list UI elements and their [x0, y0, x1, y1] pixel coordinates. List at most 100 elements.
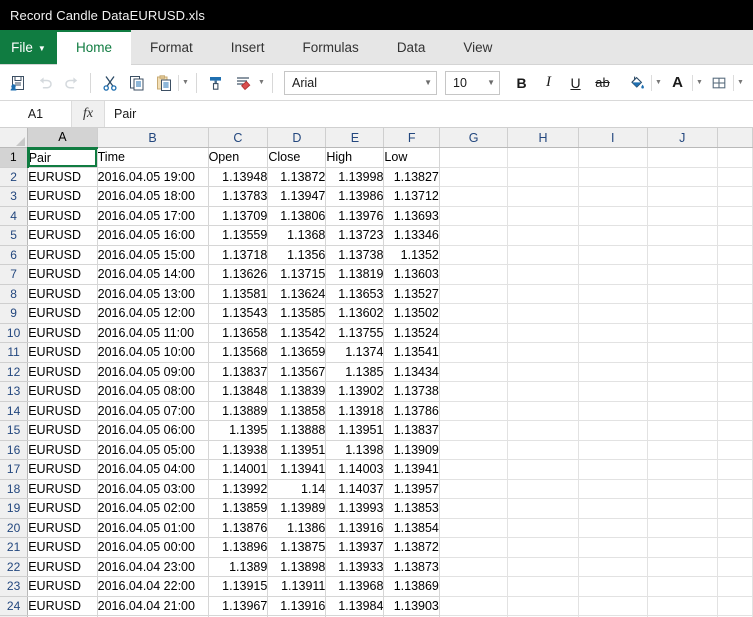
cell-H2[interactable] [508, 167, 578, 187]
cell-E21[interactable]: 1.13937 [326, 538, 384, 558]
cell-J12[interactable] [647, 362, 717, 382]
cell-D21[interactable]: 1.13875 [268, 538, 326, 558]
cell-C4[interactable]: 1.13709 [208, 206, 268, 226]
cell-I16[interactable] [578, 440, 647, 460]
cell-J4[interactable] [647, 206, 717, 226]
cell-F5[interactable]: 1.13346 [384, 226, 439, 246]
cell-F11[interactable]: 1.13541 [384, 343, 439, 363]
column-header-e[interactable]: E [326, 128, 384, 148]
cell-F10[interactable]: 1.13524 [384, 323, 439, 343]
cell-D23[interactable]: 1.13911 [268, 577, 326, 597]
cell-A17[interactable]: EURUSD [28, 460, 97, 480]
select-all-corner[interactable] [0, 128, 28, 148]
cell-G13[interactable] [439, 382, 508, 402]
cell-D16[interactable]: 1.13951 [268, 440, 326, 460]
cell-G15[interactable] [439, 421, 508, 441]
cell-G23[interactable] [439, 577, 508, 597]
cell-I12[interactable] [578, 362, 647, 382]
row-header-17[interactable]: 17 [0, 460, 28, 480]
cell-F20[interactable]: 1.13854 [384, 518, 439, 538]
cell-J16[interactable] [647, 440, 717, 460]
cell-I23[interactable] [578, 577, 647, 597]
cell-G2[interactable] [439, 167, 508, 187]
row-header-23[interactable]: 23 [0, 577, 28, 597]
cell-F23[interactable]: 1.13869 [384, 577, 439, 597]
row-header-5[interactable]: 5 [0, 226, 28, 246]
insert-function-button[interactable]: fx [72, 101, 105, 127]
cell-F13[interactable]: 1.13738 [384, 382, 439, 402]
cell-A13[interactable]: EURUSD [28, 382, 97, 402]
cell-G20[interactable] [439, 518, 508, 538]
column-header-c[interactable]: C [208, 128, 268, 148]
cell-D12[interactable]: 1.13567 [268, 362, 326, 382]
cell-G7[interactable] [439, 265, 508, 285]
row-header-20[interactable]: 20 [0, 518, 28, 538]
cell-G12[interactable] [439, 362, 508, 382]
cell-D3[interactable]: 1.13947 [268, 187, 326, 207]
cell-A8[interactable]: EURUSD [28, 284, 97, 304]
cell-I8[interactable] [578, 284, 647, 304]
cell-D1[interactable]: Close [268, 148, 326, 168]
cell-D18[interactable]: 1.14 [268, 479, 326, 499]
cell-G8[interactable] [439, 284, 508, 304]
cell-A19[interactable]: EURUSD [28, 499, 97, 519]
cell-E1[interactable]: High [326, 148, 384, 168]
borders-button[interactable] [705, 70, 732, 96]
tab-home[interactable]: Home [57, 30, 131, 65]
cell-E14[interactable]: 1.13918 [326, 401, 384, 421]
cell-A9[interactable]: EURUSD [28, 304, 97, 324]
cell-J5[interactable] [647, 226, 717, 246]
cell-E9[interactable]: 1.13602 [326, 304, 384, 324]
clear-formatting-button[interactable] [229, 70, 256, 96]
row-header-10[interactable]: 10 [0, 323, 28, 343]
cell-A22[interactable]: EURUSD [28, 557, 97, 577]
cell-E6[interactable]: 1.13738 [326, 245, 384, 265]
cell-B18[interactable]: 2016.04.05 03:00 [97, 479, 208, 499]
cell-D8[interactable]: 1.13624 [268, 284, 326, 304]
cell-H22[interactable] [508, 557, 578, 577]
cell-B8[interactable]: 2016.04.05 13:00 [97, 284, 208, 304]
cell-A18[interactable]: EURUSD [28, 479, 97, 499]
cell-H12[interactable] [508, 362, 578, 382]
tab-format[interactable]: Format [131, 30, 212, 65]
column-header-i[interactable]: I [578, 128, 647, 148]
cell-B4[interactable]: 2016.04.05 17:00 [97, 206, 208, 226]
cell-J21[interactable] [647, 538, 717, 558]
undo-button[interactable] [31, 70, 58, 96]
cell-F7[interactable]: 1.13603 [384, 265, 439, 285]
cell-C14[interactable]: 1.13889 [208, 401, 268, 421]
cell-J20[interactable] [647, 518, 717, 538]
cell-F9[interactable]: 1.13502 [384, 304, 439, 324]
cell-I15[interactable] [578, 421, 647, 441]
row-header-15[interactable]: 15 [0, 421, 28, 441]
cell-H23[interactable] [508, 577, 578, 597]
cell-I10[interactable] [578, 323, 647, 343]
tab-view[interactable]: View [444, 30, 511, 65]
cell-I14[interactable] [578, 401, 647, 421]
cell-F4[interactable]: 1.13693 [384, 206, 439, 226]
spreadsheet-grid[interactable]: ABCDEFGHIJ 1PairTimeOpenCloseHighLow2EUR… [0, 128, 753, 617]
clear-formatting-dropdown-button[interactable]: ▼ [256, 71, 267, 95]
cell-D6[interactable]: 1.1356 [268, 245, 326, 265]
cell-I7[interactable] [578, 265, 647, 285]
row-header-11[interactable]: 11 [0, 343, 28, 363]
cell-B6[interactable]: 2016.04.05 15:00 [97, 245, 208, 265]
cell-D22[interactable]: 1.13898 [268, 557, 326, 577]
cell-A3[interactable]: EURUSD [28, 187, 97, 207]
cell-J13[interactable] [647, 382, 717, 402]
cell-C11[interactable]: 1.13568 [208, 343, 268, 363]
cell-E24[interactable]: 1.13984 [326, 596, 384, 616]
tab-file[interactable]: File ▼ [0, 30, 57, 65]
save-button[interactable] [4, 70, 31, 96]
cell-F15[interactable]: 1.13837 [384, 421, 439, 441]
cell-D2[interactable]: 1.13872 [268, 167, 326, 187]
cell-B5[interactable]: 2016.04.05 16:00 [97, 226, 208, 246]
column-header-f[interactable]: F [384, 128, 439, 148]
cell-J22[interactable] [647, 557, 717, 577]
row-header-13[interactable]: 13 [0, 382, 28, 402]
cell-I19[interactable] [578, 499, 647, 519]
underline-button[interactable]: U [562, 70, 589, 95]
cell-C9[interactable]: 1.13543 [208, 304, 268, 324]
cell-C15[interactable]: 1.1395 [208, 421, 268, 441]
cell-C24[interactable]: 1.13967 [208, 596, 268, 616]
